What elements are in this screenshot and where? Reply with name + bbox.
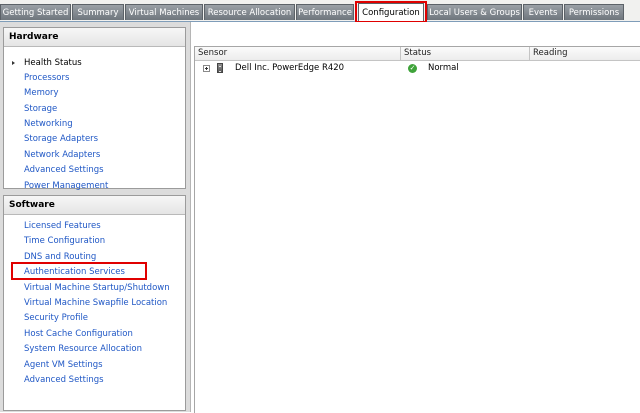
tab-virtual-machines[interactable]: Virtual Machines <box>125 4 203 20</box>
column-status[interactable]: Status <box>401 47 530 60</box>
tab-summary[interactable]: Summary <box>72 4 124 20</box>
selected-arrow-icon <box>12 61 15 65</box>
authentication-services-highlight <box>11 262 147 280</box>
sidebar-item-storage[interactable]: Storage <box>24 103 57 115</box>
configuration-tab-highlight <box>355 1 427 23</box>
health-status-view: Sensor Status Reading Dell Inc. PowerEdg… <box>191 22 640 413</box>
tab-resource-allocation[interactable]: Resource Allocation <box>204 4 295 20</box>
sensor-name: Dell Inc. PowerEdge R420 <box>235 63 345 73</box>
sidebar: Hardware Health Status Processors Memory… <box>0 22 191 412</box>
hardware-panel: Hardware Health Status Processors Memory… <box>3 27 186 192</box>
tab-performance[interactable]: Performance <box>296 4 354 20</box>
sidebar-item-vm-startup-shutdown[interactable]: Virtual Machine Startup/Shutdown <box>24 282 170 294</box>
tab-permissions[interactable]: Permissions <box>564 4 624 20</box>
software-panel: Software Licensed Features Time Configur… <box>3 195 186 411</box>
sidebar-item-agent-vm-settings[interactable]: Agent VM Settings <box>24 359 103 371</box>
sidebar-item-licensed-features[interactable]: Licensed Features <box>24 220 101 232</box>
sidebar-item-networking[interactable]: Networking <box>24 118 73 130</box>
sidebar-item-advanced-settings-hw[interactable]: Advanced Settings <box>24 164 104 176</box>
sidebar-item-security-profile[interactable]: Security Profile <box>24 312 88 324</box>
expand-icon[interactable] <box>203 65 210 72</box>
column-sensor[interactable]: Sensor <box>195 47 401 60</box>
check-circle-icon: ✓ <box>408 64 417 73</box>
sidebar-item-time-configuration[interactable]: Time Configuration <box>24 235 105 247</box>
sidebar-item-storage-adapters[interactable]: Storage Adapters <box>24 133 98 145</box>
hardware-header: Hardware <box>4 28 185 47</box>
sidebar-item-memory[interactable]: Memory <box>24 87 59 99</box>
column-reading[interactable]: Reading <box>530 47 640 60</box>
sidebar-item-advanced-settings-sw[interactable]: Advanced Settings <box>24 374 104 386</box>
tab-bar: Getting Started Summary Virtual Machines… <box>0 0 640 22</box>
table-row[interactable]: Dell Inc. PowerEdge R420 ✓ Normal <box>195 62 640 76</box>
sidebar-item-health-status[interactable]: Health Status <box>24 57 82 69</box>
sidebar-item-power-management[interactable]: Power Management <box>24 180 108 192</box>
software-header: Software <box>4 196 185 215</box>
sensor-table: Sensor Status Reading Dell Inc. PowerEdg… <box>194 46 640 413</box>
sidebar-item-vm-swapfile-location[interactable]: Virtual Machine Swapfile Location <box>24 297 167 309</box>
tab-getting-started[interactable]: Getting Started <box>0 4 71 20</box>
sidebar-item-processors[interactable]: Processors <box>24 72 69 84</box>
tab-local-users-groups[interactable]: Local Users & Groups <box>427 4 522 20</box>
server-icon <box>217 63 223 73</box>
sidebar-item-system-resource-allocation[interactable]: System Resource Allocation <box>24 343 142 355</box>
sidebar-item-network-adapters[interactable]: Network Adapters <box>24 149 100 161</box>
tab-events[interactable]: Events <box>523 4 563 20</box>
table-header: Sensor Status Reading <box>195 47 640 61</box>
sidebar-item-host-cache-configuration[interactable]: Host Cache Configuration <box>24 328 133 340</box>
sensor-status: Normal <box>428 63 459 73</box>
